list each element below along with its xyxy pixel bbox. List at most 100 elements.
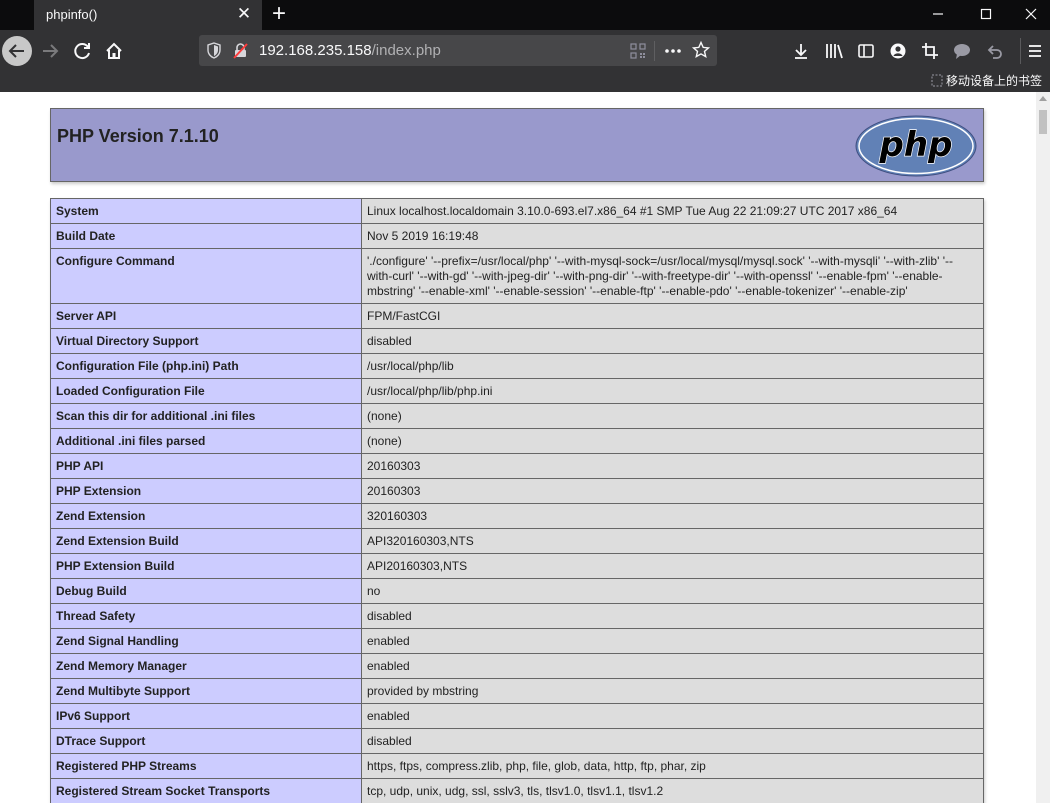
- toolbar-separator: [1020, 38, 1021, 64]
- tab-bar: phpinfo() ✕ +: [0, 0, 1050, 30]
- tab-phpinfo[interactable]: phpinfo() ✕: [34, 0, 262, 30]
- row-key: PHP Extension: [50, 478, 362, 504]
- row-key: IPv6 Support: [50, 703, 362, 729]
- crop-icon[interactable]: [921, 42, 939, 60]
- row-value: (none): [361, 403, 984, 429]
- row-key: Zend Extension: [50, 503, 362, 529]
- table-row: Additional .ini files parsed (none): [50, 428, 984, 454]
- php-info-table: System Linux localhost.localdomain 3.10.0…: [50, 198, 984, 803]
- insecure-lock-icon[interactable]: [232, 42, 249, 59]
- url-path: /index.php: [371, 42, 441, 59]
- php-logo: php: [855, 115, 977, 177]
- table-row: PHP Extension Build API20160303,NTS: [50, 553, 984, 579]
- arrow-left-icon: [8, 44, 24, 58]
- svg-text:php: php: [879, 125, 953, 165]
- row-key: Zend Multibyte Support: [50, 678, 362, 704]
- row-value: /usr/local/php/lib: [361, 353, 984, 379]
- qr-code-icon[interactable]: [630, 43, 646, 59]
- bookmark-star-icon[interactable]: [692, 41, 710, 59]
- table-row: Zend Signal Handling enabled: [50, 628, 984, 654]
- maximize-icon[interactable]: [962, 0, 1010, 30]
- row-key: Loaded Configuration File: [50, 378, 362, 404]
- library-icon[interactable]: [824, 42, 844, 60]
- row-value: https, ftps, compress.zlib, php, file, g…: [361, 753, 984, 779]
- row-value: API320160303,NTS: [361, 528, 984, 554]
- row-value: enabled: [361, 628, 984, 654]
- account-icon[interactable]: [889, 42, 907, 60]
- row-value: /usr/local/php/lib/php.ini: [361, 378, 984, 404]
- tab-title: phpinfo(): [46, 7, 98, 22]
- row-key: System: [50, 198, 362, 224]
- scrollbar-thumb[interactable]: [1039, 110, 1047, 134]
- row-key: PHP API: [50, 453, 362, 479]
- minimize-icon[interactable]: [914, 0, 962, 30]
- row-value: API20160303,NTS: [361, 553, 984, 579]
- sidebar-icon[interactable]: [857, 42, 875, 60]
- mobile-bookmarks-button[interactable]: 移动设备上的书签: [946, 72, 1042, 89]
- page-actions-icon[interactable]: [663, 43, 683, 59]
- php-info-table-body: System Linux localhost.localdomain 3.10.0…: [50, 198, 984, 803]
- page-viewport: PHP Version 7.1.10 php System Linux local…: [0, 92, 1036, 803]
- table-row: Zend Memory Manager enabled: [50, 653, 984, 679]
- row-value: 320160303: [361, 503, 984, 529]
- row-value: (none): [361, 428, 984, 454]
- row-key: Zend Extension Build: [50, 528, 362, 554]
- table-row: Zend Multibyte Support provided by mbstri…: [50, 678, 984, 704]
- row-key: PHP Extension Build: [50, 553, 362, 579]
- php-version-header: PHP Version 7.1.10 php: [50, 108, 984, 182]
- navigation-toolbar: 192.168.235.158/index.php 移动设备上的书签: [0, 30, 1050, 92]
- mobile-bookmarks-folder-icon: [931, 74, 943, 87]
- row-key: Debug Build: [50, 578, 362, 604]
- row-value: disabled: [361, 728, 984, 754]
- row-key: Zend Signal Handling: [50, 628, 362, 654]
- back-button[interactable]: [2, 36, 32, 66]
- shield-icon[interactable]: [206, 42, 222, 59]
- row-value: Linux localhost.localdomain 3.10.0-693.e…: [361, 198, 984, 224]
- menu-icon[interactable]: [1026, 42, 1044, 60]
- row-key: Zend Memory Manager: [50, 653, 362, 679]
- page-title: PHP Version 7.1.10: [57, 126, 219, 146]
- arrow-right-icon: [43, 44, 59, 58]
- table-row: Build Date Nov 5 2019 16:19:48: [50, 223, 984, 249]
- table-row: PHP API 20160303: [50, 453, 984, 479]
- page-scrollbar[interactable]: [1036, 92, 1050, 803]
- reload-button[interactable]: [68, 36, 98, 66]
- url-text[interactable]: 192.168.235.158/index.php: [259, 42, 441, 59]
- close-icon[interactable]: ✕: [236, 5, 252, 23]
- table-row: Virtual Directory Support disabled: [50, 328, 984, 354]
- row-value: FPM/FastCGI: [361, 303, 984, 329]
- window-close-icon[interactable]: [1007, 0, 1050, 30]
- table-row: Zend Extension 320160303: [50, 503, 984, 529]
- forward-button[interactable]: [36, 36, 66, 66]
- row-value: disabled: [361, 603, 984, 629]
- row-key: Server API: [50, 303, 362, 329]
- row-value: tcp, udp, unix, udg, ssl, sslv3, tls, tl…: [361, 778, 984, 803]
- row-value: provided by mbstring: [361, 678, 984, 704]
- chat-icon[interactable]: [952, 42, 972, 60]
- table-row: Registered Stream Socket Transports tcp, …: [50, 778, 984, 803]
- urlbar-separator: [654, 41, 655, 61]
- address-bar[interactable]: 192.168.235.158/index.php: [199, 35, 717, 66]
- home-button[interactable]: [99, 36, 129, 66]
- undo-icon[interactable]: [985, 42, 1003, 60]
- row-key: Configure Command: [50, 248, 362, 304]
- row-value: enabled: [361, 703, 984, 729]
- row-key: Additional .ini files parsed: [50, 428, 362, 454]
- row-key: Registered PHP Streams: [50, 753, 362, 779]
- table-row: Debug Build no: [50, 578, 984, 604]
- table-row: System Linux localhost.localdomain 3.10.0…: [50, 198, 984, 224]
- row-key: Thread Safety: [50, 603, 362, 629]
- table-row: Zend Extension Build API320160303,NTS: [50, 528, 984, 554]
- reload-icon: [74, 43, 90, 60]
- table-row: PHP Extension 20160303: [50, 478, 984, 504]
- new-tab-icon[interactable]: +: [268, 1, 290, 27]
- download-icon[interactable]: [792, 42, 810, 60]
- scroll-up-arrow-icon[interactable]: [1039, 96, 1047, 101]
- row-value: enabled: [361, 653, 984, 679]
- table-row: Server API FPM/FastCGI: [50, 303, 984, 329]
- url-host: 192.168.235.158: [259, 42, 372, 59]
- row-value: no: [361, 578, 984, 604]
- row-key: Virtual Directory Support: [50, 328, 362, 354]
- table-row: Configure Command './configure' '--prefix…: [50, 248, 984, 304]
- table-row: Thread Safety disabled: [50, 603, 984, 629]
